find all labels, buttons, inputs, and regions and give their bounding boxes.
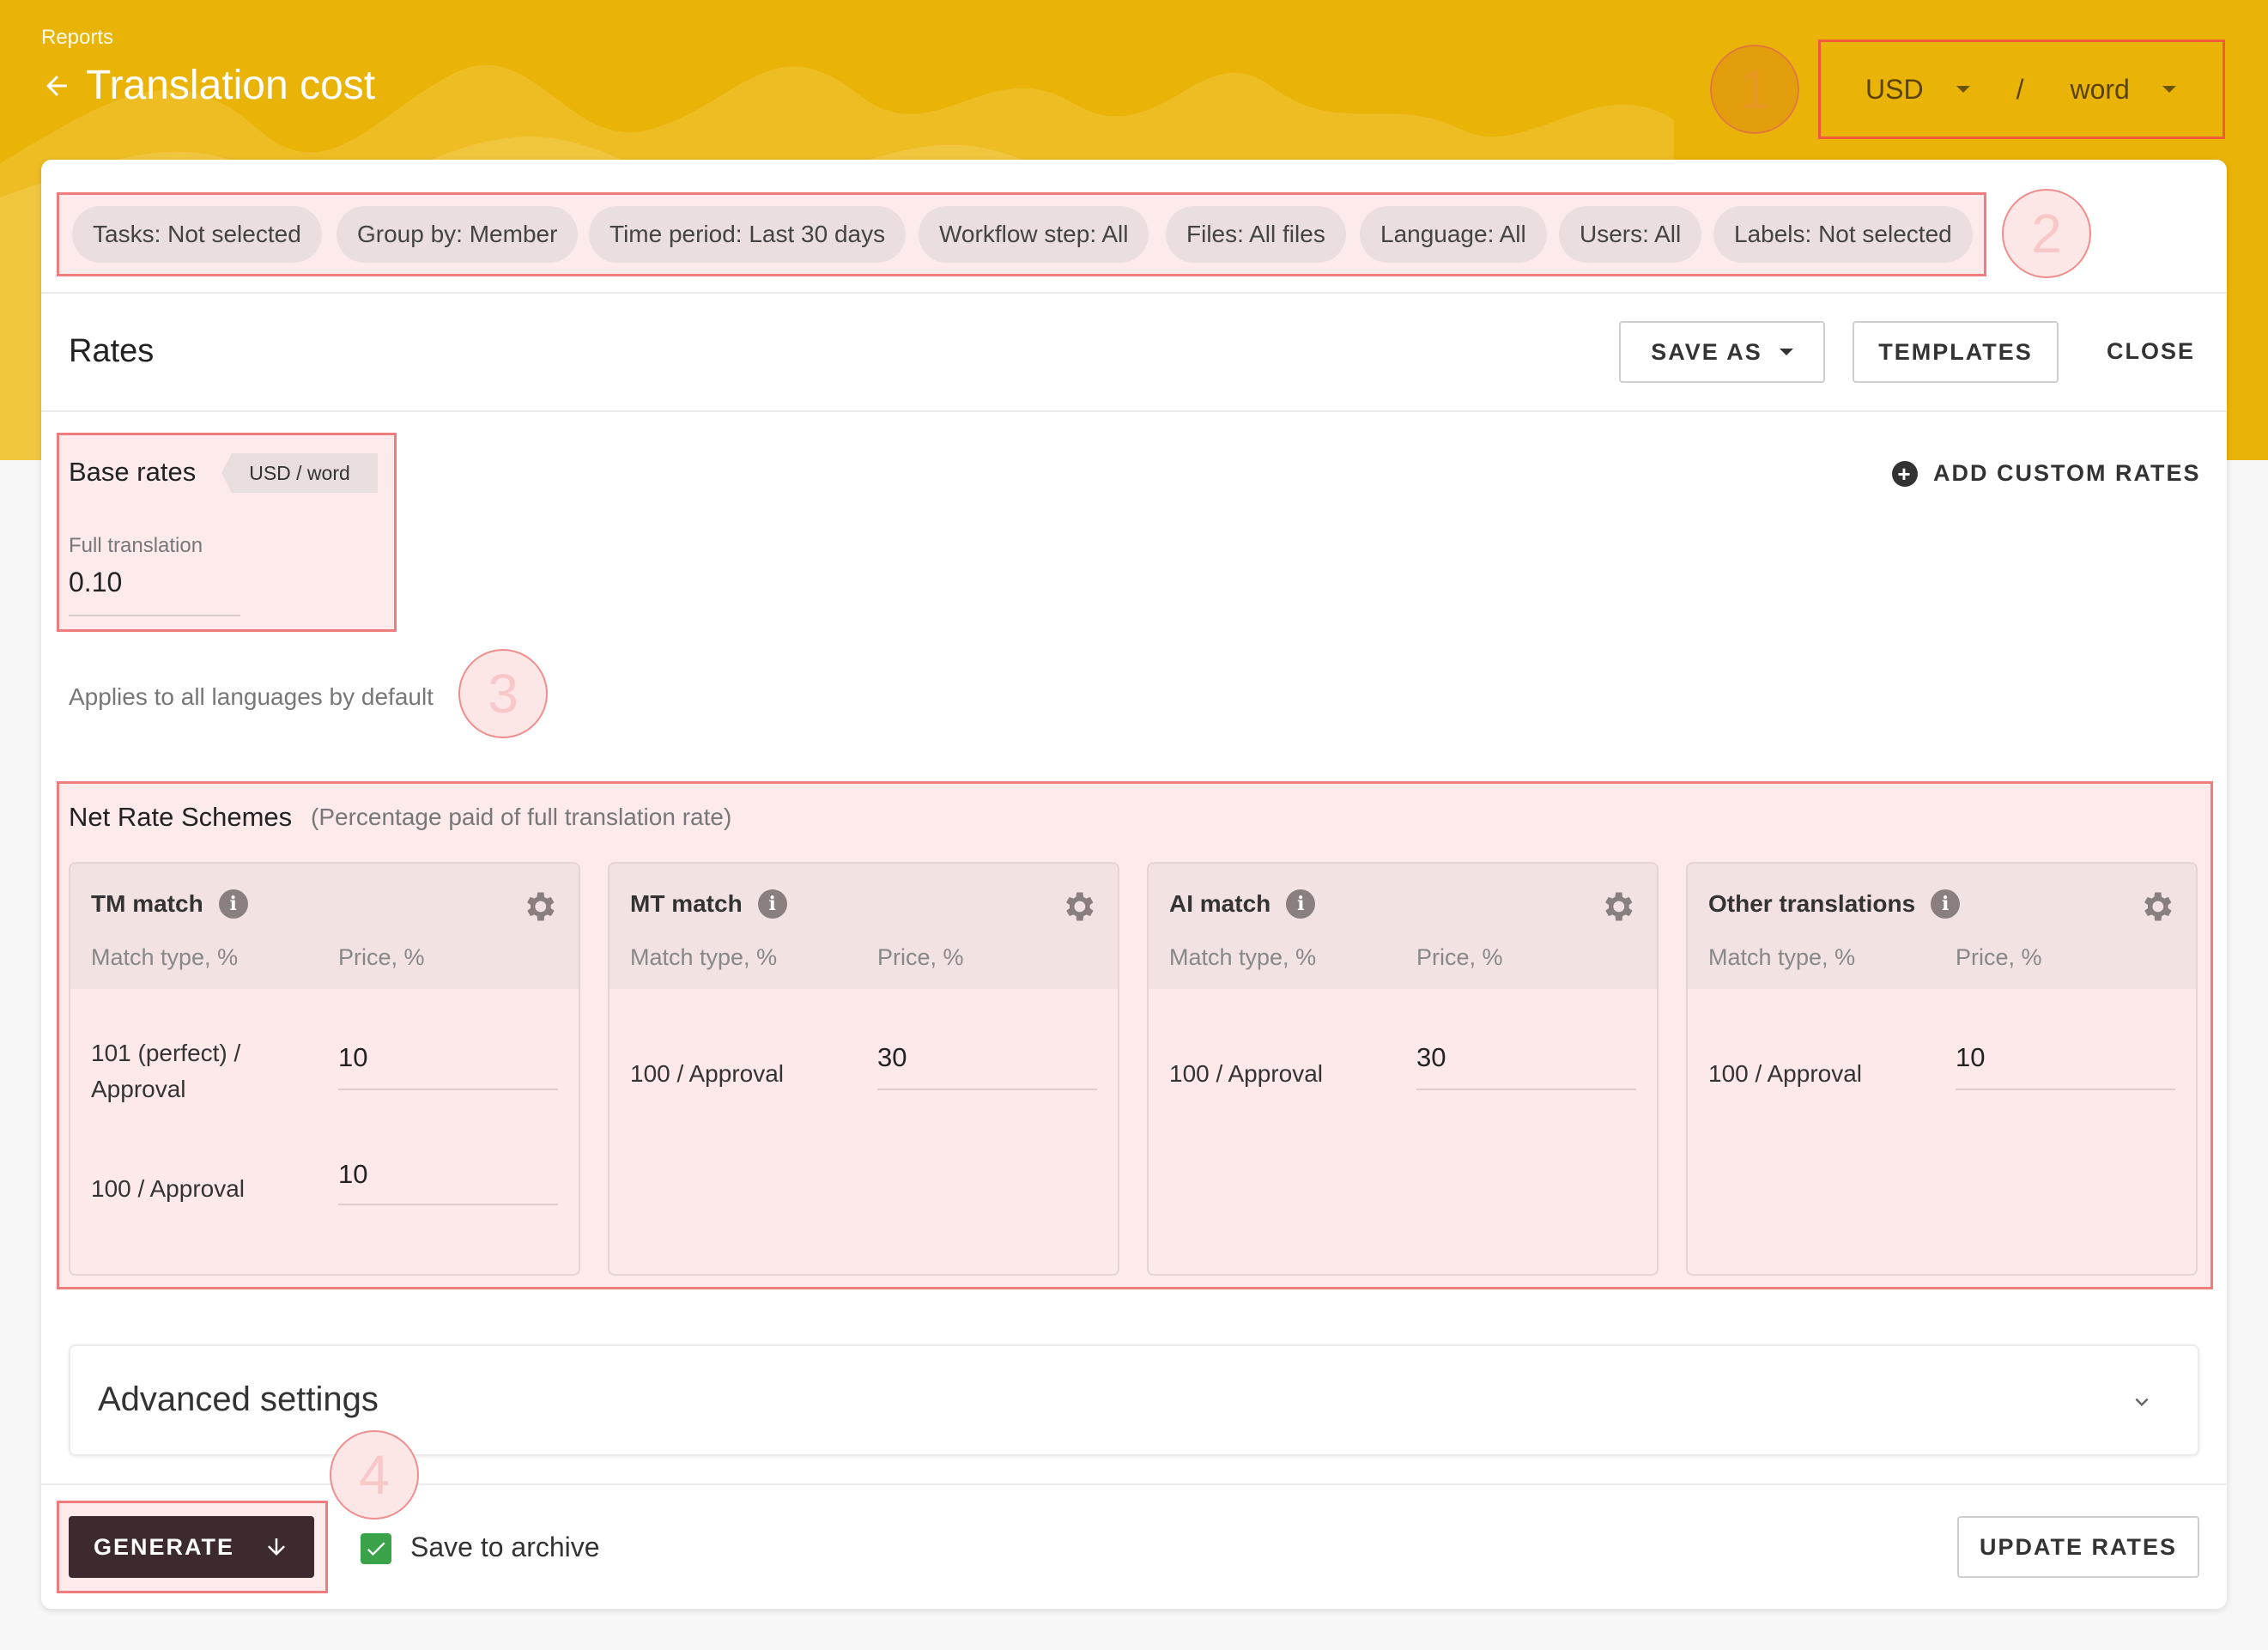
- add-circle-icon: +: [1892, 460, 1918, 487]
- match-type-label: 100 / Approval: [630, 1060, 785, 1087]
- annotation-marker-4: 4: [330, 1430, 419, 1520]
- net-rates-title: Net Rate Schemes: [69, 802, 293, 832]
- info-icon[interactable]: i: [218, 889, 248, 919]
- input-underline: [877, 1089, 1097, 1090]
- scheme-title: TM match i: [91, 889, 248, 919]
- scheme-title: Other translations i: [1708, 889, 1961, 919]
- scheme-card-other-translations: Other translations i Match type, % Price…: [1686, 862, 2198, 1276]
- checkmark-icon: [367, 1542, 385, 1556]
- chevron-down-icon: [1956, 86, 1970, 93]
- net-rates-subtitle: (Percentage paid of full translation rat…: [311, 804, 732, 830]
- input-underline: [1956, 1089, 2175, 1090]
- chevron-down-icon: [2162, 86, 2176, 93]
- info-icon[interactable]: i: [757, 889, 787, 919]
- scheme-title: MT match i: [630, 889, 787, 919]
- column-header-price: Price, %: [1416, 944, 1503, 970]
- full-translation-input[interactable]: 0.10: [69, 567, 122, 598]
- unit-separator: /: [2016, 73, 2024, 105]
- annotation-marker-2: 2: [2002, 189, 2091, 278]
- add-custom-rates-label: ADD CUSTOM RATES: [1933, 460, 2201, 486]
- filter-chip-time-period[interactable]: Time period: Last 30 days: [589, 206, 907, 263]
- filter-chip-tasks[interactable]: Tasks: Not selected: [72, 206, 322, 263]
- applies-text: Applies to all languages by default: [69, 683, 434, 710]
- filter-chip-language[interactable]: Language: All: [1360, 206, 1547, 263]
- scheme-title: AI match i: [1169, 889, 1316, 919]
- price-input[interactable]: 30: [1416, 1042, 1446, 1073]
- gear-icon[interactable]: [1059, 888, 1097, 925]
- base-rates-title: Base rates: [69, 457, 197, 487]
- column-header-match-type: Match type, %: [630, 944, 778, 970]
- currency-dropdown[interactable]: USD: [1865, 74, 1970, 106]
- column-header-match-type: Match type, %: [1708, 944, 1856, 970]
- scheme-title-text: MT match: [630, 890, 743, 917]
- column-header-price: Price, %: [877, 944, 964, 970]
- unit-tag: USD / word: [221, 453, 378, 493]
- price-input[interactable]: 30: [877, 1042, 907, 1073]
- back-arrow-icon[interactable]: [41, 70, 72, 101]
- chevron-down-icon[interactable]: [2129, 1389, 2155, 1415]
- gear-icon[interactable]: [2138, 888, 2175, 925]
- scheme-card-ai-match: AI match i Match type, % Price, % 100 / …: [1147, 862, 1659, 1276]
- info-icon[interactable]: i: [1931, 889, 1961, 919]
- chevron-down-icon: [1779, 349, 1793, 355]
- scheme-title-text: Other translations: [1708, 890, 1916, 917]
- divider: [41, 410, 2227, 412]
- save-as-label: SAVE AS: [1651, 338, 1762, 365]
- scheme-card-mt-match: MT match i Match type, % Price, % 100 / …: [608, 862, 1119, 1276]
- update-rates-button[interactable]: UPDATE RATES: [1957, 1516, 2199, 1578]
- add-custom-rates-button[interactable]: + ADD CUSTOM RATES: [1892, 460, 2201, 487]
- input-underline: [338, 1089, 558, 1090]
- match-type-label: 100 / Approval: [1169, 1060, 1324, 1087]
- save-archive-label[interactable]: Save to archive: [410, 1532, 600, 1563]
- input-underline: [338, 1204, 558, 1205]
- price-input[interactable]: 10: [338, 1042, 367, 1073]
- column-header-price: Price, %: [338, 944, 425, 970]
- filter-chip-users[interactable]: Users: All: [1559, 206, 1702, 263]
- currency-value: USD: [1865, 73, 1924, 105]
- price-input[interactable]: 10: [1956, 1042, 1985, 1073]
- price-input[interactable]: 10: [338, 1159, 367, 1190]
- annotation-marker-3: 3: [458, 649, 548, 738]
- breadcrumb[interactable]: Reports: [41, 26, 113, 50]
- column-header-match-type: Match type, %: [91, 944, 239, 970]
- page-title: Translation cost: [86, 63, 376, 108]
- input-underline: [69, 615, 240, 616]
- filter-chip-group-by[interactable]: Group by: Member: [337, 206, 579, 263]
- page-title-row: Translation cost: [41, 62, 375, 109]
- save-archive-checkbox[interactable]: [361, 1533, 391, 1564]
- match-type-label: 100 / Approval: [1708, 1060, 1863, 1087]
- scheme-card-tm-match: TM match i Match type, % Price, % 101 (p…: [69, 862, 580, 1276]
- scheme-title-text: AI match: [1169, 890, 1271, 917]
- filter-chip-labels[interactable]: Labels: Not selected: [1713, 206, 1973, 263]
- advanced-settings-title: Advanced settings: [98, 1380, 379, 1418]
- scheme-title-text: TM match: [91, 890, 203, 917]
- match-type-label: 100 / Approval: [91, 1175, 246, 1202]
- annotation-marker-1: 1: [1710, 45, 1799, 134]
- unit-selector: USD / word: [1818, 39, 2225, 139]
- close-button[interactable]: CLOSE: [2107, 338, 2195, 365]
- rates-title: Rates: [69, 333, 155, 369]
- filter-chip-workflow-step[interactable]: Workflow step: All: [919, 206, 1149, 263]
- info-icon[interactable]: i: [1286, 889, 1316, 919]
- generate-label: GENERATE: [93, 1533, 234, 1560]
- save-as-button[interactable]: SAVE AS: [1619, 321, 1825, 383]
- gear-icon[interactable]: [520, 888, 558, 925]
- divider: [41, 292, 2227, 294]
- templates-button[interactable]: TEMPLATES: [1853, 321, 2059, 383]
- filter-chip-files[interactable]: Files: All files: [1166, 206, 1346, 263]
- gear-icon[interactable]: [1598, 888, 1636, 925]
- unit-dropdown[interactable]: word: [2070, 73, 2176, 106]
- match-type-label: 101 (perfect) / Approval: [91, 1040, 241, 1102]
- column-header-price: Price, %: [1956, 944, 2042, 970]
- full-translation-label: Full translation: [69, 534, 203, 557]
- generate-button[interactable]: GENERATE: [69, 1516, 314, 1578]
- column-header-match-type: Match type, %: [1169, 944, 1317, 970]
- input-underline: [1416, 1089, 1636, 1090]
- unit-value: word: [2070, 73, 2130, 105]
- download-arrow-icon: [268, 1538, 285, 1556]
